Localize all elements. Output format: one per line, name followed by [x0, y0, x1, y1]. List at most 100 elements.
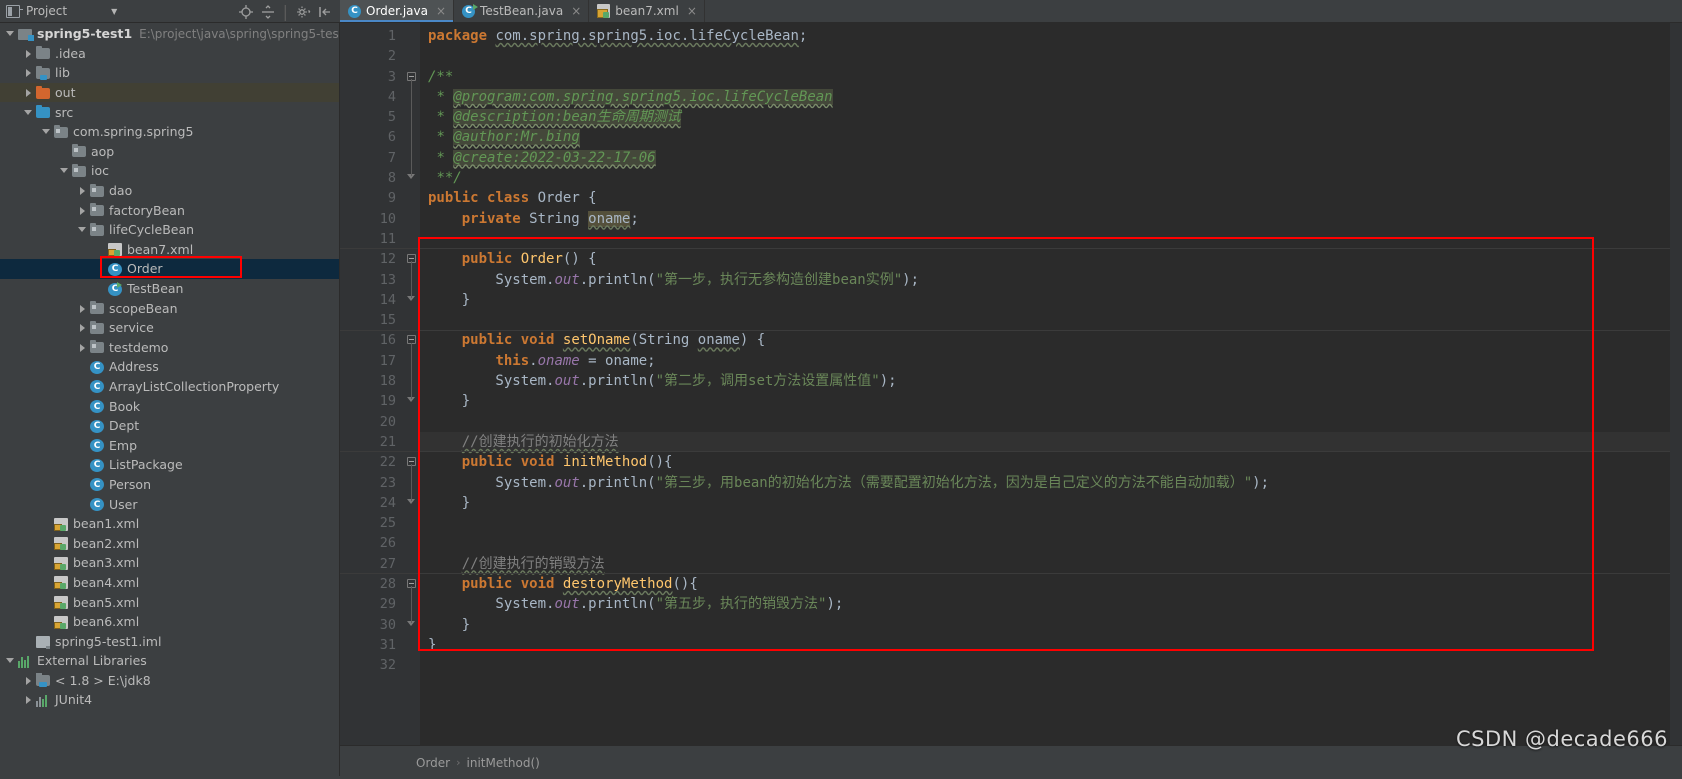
tree-item-aop[interactable]: aop [0, 142, 339, 162]
code-line[interactable]: } [420, 493, 1682, 513]
code-area[interactable]: 1 2 3 4 5 6 7 8 9 10 11 12 13 14 15 16 17 18 19 20 21 22 23 24 2… [340, 23, 1682, 745]
tree-item-bean1-xml[interactable]: bean1.xml [0, 514, 339, 534]
tree-item-spring5-test1-iml[interactable]: spring5-test1.iml [0, 631, 339, 651]
dropdown-caret-icon[interactable]: ▼ [111, 7, 117, 16]
tree-item-user[interactable]: C User [0, 494, 339, 514]
code-line[interactable] [420, 412, 1682, 432]
tree-item-order[interactable]: C Order [0, 259, 339, 279]
chevron-right-icon[interactable] [78, 304, 87, 313]
chevron-right-icon[interactable] [78, 186, 87, 196]
code-line[interactable]: System.out.println("第五步，执行的销毁方法"); [420, 594, 1682, 614]
tree-item-out[interactable]: out [0, 82, 339, 103]
chevron-right-icon[interactable] [78, 323, 87, 333]
close-icon[interactable]: × [436, 4, 446, 18]
chevron-down-icon[interactable] [78, 225, 87, 234]
chevron-down-icon[interactable] [60, 166, 69, 175]
tree-item-address[interactable]: C Address [0, 357, 339, 377]
editor-tab-testbean-java[interactable]: C TestBean.java × [454, 0, 590, 22]
chevron-right-icon[interactable] [24, 695, 33, 705]
code-line[interactable]: this.oname = oname; [420, 351, 1682, 371]
code-line[interactable]: public void destoryMethod(){ [420, 574, 1682, 594]
tree-item-testdemo[interactable]: testdemo [0, 338, 339, 358]
code-line[interactable] [420, 46, 1682, 66]
code-line[interactable] [420, 533, 1682, 553]
code-line[interactable]: * @program:com.spring.spring5.ioc.lifeCy… [420, 87, 1682, 107]
code-line[interactable] [420, 655, 1682, 675]
chevron-down-icon[interactable] [42, 127, 51, 136]
code-folding-column[interactable] [404, 23, 420, 745]
tree-item-bean4-xml[interactable]: bean4.xml [0, 573, 339, 593]
code-line[interactable]: //创建执行的销毁方法 [420, 554, 1682, 574]
tree-item-service[interactable]: service [0, 318, 339, 338]
chevron-right-icon[interactable] [24, 88, 33, 98]
tree-item--1-8-e-jdk8[interactable]: < 1.8 > E:\jdk8 [0, 671, 339, 691]
tree-item-factorybean[interactable]: factoryBean [0, 200, 339, 220]
code-line[interactable]: package com.spring.spring5.ioc.lifeCycle… [420, 26, 1682, 46]
code-line[interactable]: System.out.println("第三步，用bean的初始化方法（需要配置… [420, 473, 1682, 493]
code-line[interactable]: System.out.println("第二步，调用set方法设置属性值"); [420, 371, 1682, 391]
tree-item-ioc[interactable]: ioc [0, 161, 339, 181]
tree-item-dept[interactable]: C Dept [0, 416, 339, 436]
code-line[interactable]: } [420, 391, 1682, 411]
hide-panel-icon[interactable] [318, 4, 332, 18]
collapse-all-icon[interactable] [261, 4, 275, 19]
tree-item-bean5-xml[interactable]: bean5.xml [0, 592, 339, 612]
close-icon[interactable]: × [571, 4, 581, 18]
code-line[interactable]: } [420, 635, 1682, 655]
tree-item-com-spring-spring5[interactable]: com.spring.spring5 [0, 122, 339, 142]
tree-item-bean6-xml[interactable]: bean6.xml [0, 612, 339, 632]
chevron-right-icon[interactable] [24, 68, 33, 78]
chevron-right-icon[interactable] [24, 676, 33, 685]
breadcrumb-item-class[interactable]: Order [416, 756, 450, 770]
tree-item-person[interactable]: C Person [0, 475, 339, 495]
chevron-down-icon[interactable] [24, 108, 33, 117]
tree-item--idea[interactable]: .idea [0, 44, 339, 64]
code-line[interactable]: //创建执行的初始化方法 [420, 431, 1682, 453]
code-line[interactable]: * @author:Mr.bing [420, 127, 1682, 147]
code-line[interactable]: /** [420, 67, 1682, 87]
code-line[interactable]: public Order() { [420, 249, 1682, 269]
code-line[interactable] [420, 229, 1682, 249]
code-line[interactable]: public void setOname(String oname) { [420, 330, 1682, 350]
tree-item-src[interactable]: src [0, 102, 339, 122]
tree-item-bean2-xml[interactable]: bean2.xml [0, 533, 339, 553]
editor-tab-order-java[interactable]: C Order.java × [340, 0, 455, 22]
code-line[interactable] [420, 513, 1682, 533]
code-line[interactable]: **/ [420, 168, 1682, 188]
close-icon[interactable]: × [687, 4, 697, 18]
code-line[interactable]: private String oname; [420, 209, 1682, 229]
code-line[interactable]: * @create:2022-03-22-17-06 [420, 148, 1682, 168]
code-line[interactable]: public class Order { [420, 188, 1682, 208]
tree-item-external-libraries[interactable]: External Libraries [0, 651, 339, 671]
tree-item-scopebean[interactable]: scopeBean [0, 298, 339, 318]
code-line[interactable]: public void initMethod(){ [420, 452, 1682, 472]
tree-item-spring5-test1[interactable]: spring5-test1 E:\project\java\spring\spri… [0, 24, 339, 44]
code-line[interactable]: } [420, 615, 1682, 635]
code-line[interactable]: } [420, 290, 1682, 310]
tree-item-book[interactable]: C Book [0, 396, 339, 416]
breadcrumb-item-method[interactable]: initMethod() [467, 756, 540, 770]
tree-item-bean7-xml[interactable]: bean7.xml [0, 240, 339, 260]
tree-item-dao[interactable]: dao [0, 181, 339, 201]
locate-icon[interactable] [238, 4, 253, 19]
tree-item-testbean[interactable]: C TestBean [0, 279, 339, 299]
chevron-right-icon[interactable] [78, 206, 87, 215]
code-line[interactable]: System.out.println("第一步，执行无参构造创建bean实例")… [420, 270, 1682, 290]
chevron-down-icon[interactable] [6, 29, 15, 38]
settings-gear-icon[interactable] [296, 4, 311, 18]
tree-item-junit4[interactable]: JUnit4 [0, 690, 339, 710]
tree-item-bean3-xml[interactable]: bean3.xml [0, 553, 339, 573]
chevron-right-icon[interactable] [24, 49, 33, 58]
project-view-icon[interactable] [6, 4, 23, 18]
tree-item-arraylistcollectionproperty[interactable]: C ArrayListCollectionProperty [0, 377, 339, 397]
code-line[interactable]: * @description:bean生命周期测试 [420, 107, 1682, 127]
tree-item-listpackage[interactable]: C ListPackage [0, 455, 339, 475]
chevron-down-icon[interactable] [6, 656, 15, 665]
tree-item-emp[interactable]: C Emp [0, 435, 339, 455]
tree-item-lifecyclebean[interactable]: lifeCycleBean [0, 220, 339, 240]
inspection-stripe[interactable] [1670, 23, 1682, 745]
chevron-right-icon[interactable] [78, 343, 87, 352]
editor-tab-bean7-xml[interactable]: bean7.xml × [589, 0, 705, 22]
project-tree[interactable]: spring5-test1 E:\project\java\spring\spri… [0, 23, 340, 779]
code-line[interactable] [420, 310, 1682, 330]
